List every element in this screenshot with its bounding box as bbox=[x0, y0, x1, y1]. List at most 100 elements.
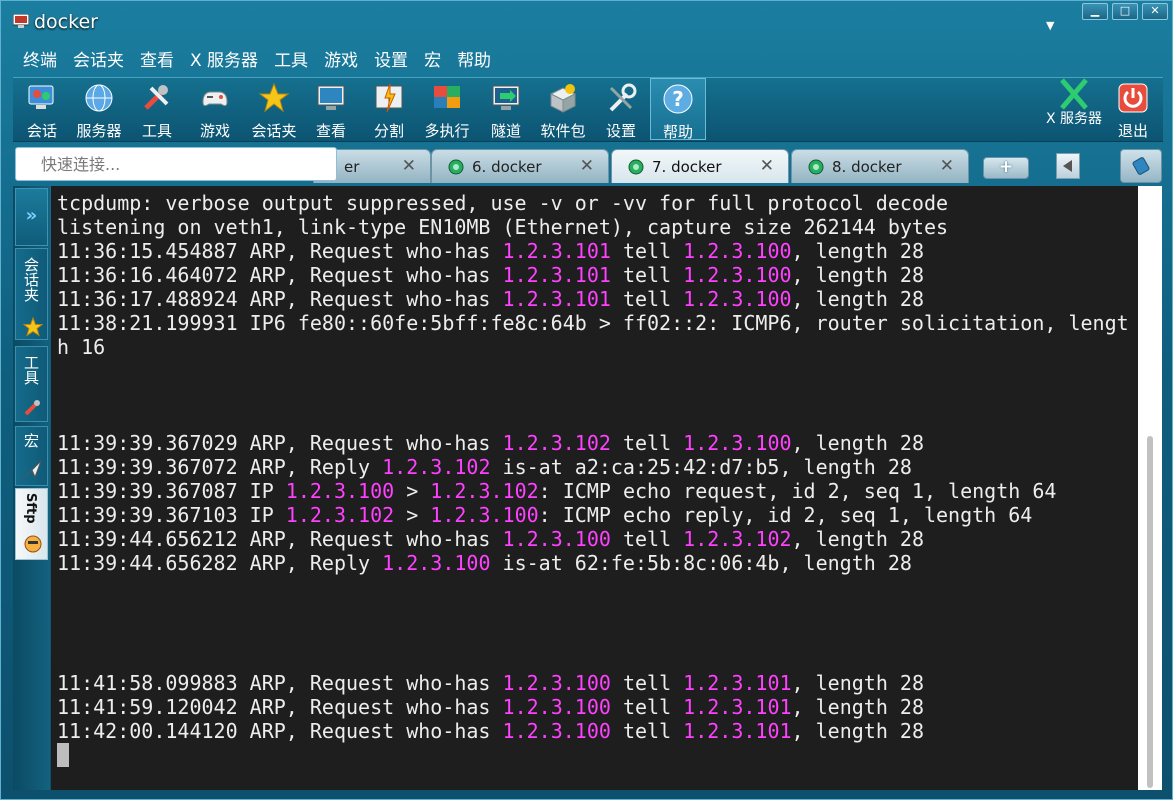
tools-icon bbox=[144, 85, 169, 110]
tab-8-docker[interactable]: 8. docker ✕ bbox=[791, 149, 969, 183]
ip-address-highlight: 1.2.3.100 bbox=[683, 287, 792, 311]
ip-address-highlight: 1.2.3.100 bbox=[285, 479, 395, 503]
tab-7-docker[interactable]: 7. docker ✕ bbox=[611, 149, 789, 183]
terminal-line: tcpdump: verbose output suppressed, use … bbox=[57, 191, 1132, 215]
close-button[interactable]: ✕ bbox=[1142, 3, 1168, 20]
view-button[interactable]: 查看 bbox=[303, 78, 359, 140]
menu-view[interactable]: 查看 bbox=[132, 48, 182, 74]
ip-address-highlight: 1.2.3.100 bbox=[502, 719, 611, 743]
terminal-text: tell bbox=[610, 719, 684, 743]
terminal-text: tell bbox=[610, 671, 684, 695]
multiexec-icon bbox=[434, 86, 460, 108]
terminal-text: 11:39:39.367087 IP bbox=[57, 479, 286, 503]
tab-6-docker[interactable]: 6. docker ✕ bbox=[431, 149, 609, 183]
menu-games[interactable]: 游戏 bbox=[316, 48, 366, 74]
tab-close-icon[interactable]: ✕ bbox=[760, 156, 774, 176]
sidebar-tab-tools[interactable]: 工具 bbox=[15, 346, 48, 422]
split-button[interactable]: 分割 bbox=[361, 78, 417, 140]
tunnel-icon bbox=[492, 85, 520, 110]
terminal-line: 11:36:15.454887 ARP, Request who-has 1.2… bbox=[57, 239, 1132, 263]
tab-scroll-left-button[interactable] bbox=[1056, 153, 1080, 179]
terminal-text: 11:39:39.367029 ARP, Request who-has bbox=[57, 431, 503, 455]
games-button[interactable]: 游戏 bbox=[187, 78, 243, 140]
sessions-folder-button[interactable]: 会话夹 bbox=[246, 78, 302, 140]
ip-address-highlight: 1.2.3.102 bbox=[502, 431, 611, 455]
terminal-text: tell bbox=[610, 287, 684, 311]
sidebar-tab-sessions[interactable]: 会话夹 bbox=[15, 248, 48, 340]
menu-sessions[interactable]: 会话夹 bbox=[65, 48, 132, 74]
menu-xserver[interactable]: X 服务器 bbox=[182, 48, 266, 74]
paperclip-icon bbox=[1132, 157, 1150, 175]
servers-button[interactable]: 服务器 bbox=[71, 78, 127, 140]
tools-button[interactable]: 工具 bbox=[129, 78, 185, 140]
terminal-line: listening on veth1, link-type EN10MB (Et… bbox=[57, 215, 1132, 239]
quick-connect-input[interactable]: 快速连接... bbox=[15, 147, 337, 181]
ip-address-highlight: 1.2.3.100 bbox=[502, 671, 611, 695]
terminal-text: 11:39:39.367103 IP bbox=[57, 503, 286, 527]
terminal-text: tell bbox=[610, 431, 684, 455]
terminal-text: tcpdump: verbose output suppressed, use … bbox=[57, 191, 949, 215]
sftp-icon bbox=[24, 535, 42, 553]
help-button[interactable]: ? 帮助 bbox=[650, 78, 706, 141]
app-icon bbox=[13, 14, 29, 28]
tab-close-icon[interactable]: ✕ bbox=[580, 156, 594, 176]
terminal-text: 11:41:58.099883 ARP, Request who-has bbox=[57, 671, 503, 695]
ip-address-highlight: 1.2.3.102 bbox=[285, 503, 395, 527]
terminal-text: is-at a2:ca:25:42:d7:b5, length 28 bbox=[490, 455, 912, 479]
ip-address-highlight: 1.2.3.102 bbox=[382, 455, 491, 479]
svg-text:?: ? bbox=[672, 87, 684, 111]
toolbar: 会话 服务器 工具 游戏 会话夹 查看 分割 多执行 隧道 软件包 设置 ? 帮… bbox=[13, 77, 1163, 142]
terminal-text: 11:36:15.454887 ARP, Request who-has bbox=[57, 239, 503, 263]
globe-icon bbox=[85, 84, 113, 112]
menu-tools[interactable]: 工具 bbox=[266, 48, 316, 74]
ip-address-highlight: 1.2.3.101 bbox=[683, 695, 792, 719]
sidebar-collapse-button[interactable]: » bbox=[15, 188, 48, 246]
terminal-scrollbar[interactable] bbox=[1138, 186, 1162, 790]
terminal-line: 11:36:16.464072 ARP, Request who-has 1.2… bbox=[57, 263, 1132, 287]
terminal-text: 11:39:39.367072 ARP, Reply bbox=[57, 455, 383, 479]
terminal-line: 11:36:17.488924 ARP, Request who-has 1.2… bbox=[57, 287, 1132, 311]
tab-close-icon[interactable]: ✕ bbox=[940, 156, 954, 176]
split-icon bbox=[375, 83, 403, 113]
terminal-text: tell bbox=[610, 263, 684, 287]
menu-help[interactable]: 帮助 bbox=[449, 48, 499, 74]
terminal-line: 11:42:00.144120 ARP, Request who-has 1.2… bbox=[57, 719, 1132, 743]
docker-session-icon bbox=[448, 159, 464, 175]
exit-button[interactable]: 退出 bbox=[1105, 78, 1161, 140]
menu-terminal[interactable]: 终端 bbox=[15, 48, 65, 74]
attach-button[interactable] bbox=[1120, 149, 1162, 183]
session-button[interactable]: 会话 bbox=[14, 78, 70, 140]
ip-address-highlight: 1.2.3.102 bbox=[430, 479, 539, 503]
sidebar-tab-sftp[interactable]: Sftp bbox=[15, 488, 48, 560]
terminal-text: 11:36:16.464072 ARP, Request who-has bbox=[57, 263, 503, 287]
terminal-text: tell bbox=[610, 239, 684, 263]
docker-session-icon bbox=[628, 159, 644, 175]
tab-close-icon[interactable]: ✕ bbox=[402, 156, 416, 176]
terminal-text: tell bbox=[610, 695, 684, 719]
scrollbar-thumb[interactable] bbox=[1147, 436, 1153, 788]
docker-session-icon bbox=[808, 159, 824, 175]
mobaxterm-window: docker ▼ ▁ □ ✕ 终端 会话夹 查看 X 服务器 工具 游戏 设置 … bbox=[0, 0, 1173, 800]
xserver-button[interactable]: X 服务器 bbox=[1046, 78, 1102, 140]
terminal-output[interactable]: tcpdump: verbose output suppressed, use … bbox=[51, 186, 1138, 790]
packages-button[interactable]: 软件包 bbox=[535, 78, 591, 140]
ip-address-highlight: 1.2.3.100 bbox=[683, 431, 792, 455]
terminal-text: , length 28 bbox=[791, 263, 924, 287]
multiexec-button[interactable]: 多执行 bbox=[419, 78, 475, 140]
settings-button[interactable]: 设置 bbox=[593, 78, 649, 140]
terminal-text: : ICMP echo reply, id 2, seq 1, length 6… bbox=[538, 503, 1033, 527]
menu-settings[interactable]: 设置 bbox=[366, 48, 416, 74]
minimize-button[interactable]: ▁ bbox=[1082, 3, 1108, 20]
new-tab-button[interactable]: + bbox=[983, 157, 1029, 179]
chevron-down-icon[interactable]: ▼ bbox=[1046, 19, 1054, 32]
title-bar[interactable]: docker ▼ ▁ □ ✕ bbox=[1, 1, 1172, 45]
menu-macros[interactable]: 宏 bbox=[416, 48, 449, 74]
maximize-button[interactable]: □ bbox=[1112, 3, 1138, 20]
tunnel-button[interactable]: 隧道 bbox=[478, 78, 534, 140]
ip-address-highlight: 1.2.3.101 bbox=[683, 671, 792, 695]
sidebar-tab-macros[interactable]: 宏 bbox=[15, 426, 48, 486]
terminal-text: 11:42:00.144120 ARP, Request who-has bbox=[57, 719, 503, 743]
